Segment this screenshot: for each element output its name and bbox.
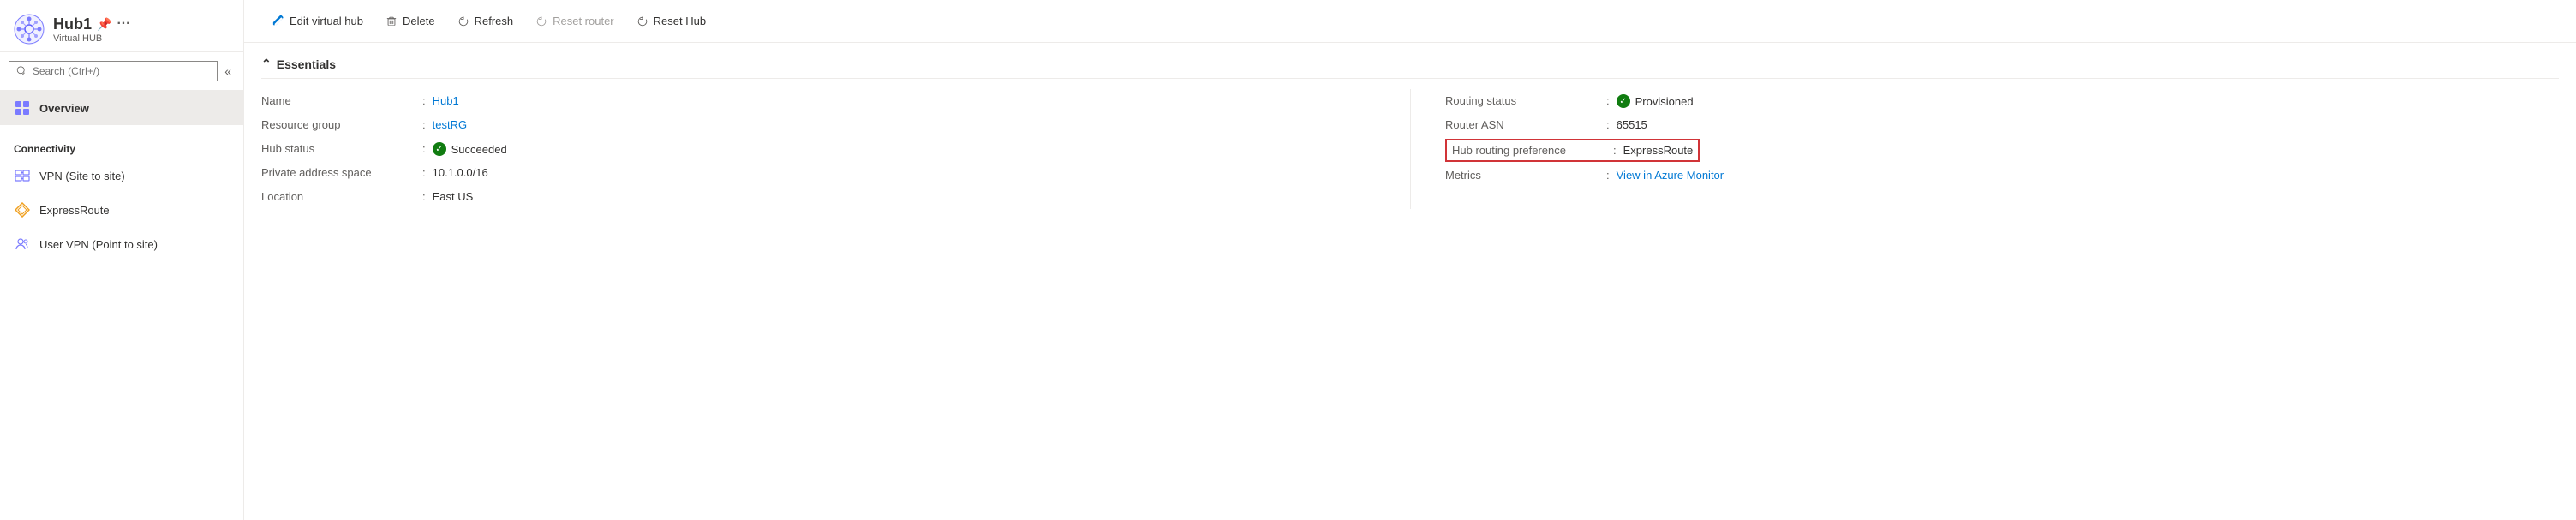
field-status-label: Hub status — [261, 142, 415, 155]
field-name-label: Name — [261, 94, 415, 107]
field-metrics-label: Metrics — [1445, 169, 1599, 182]
field-address-value: 10.1.0.0/16 — [433, 166, 488, 179]
field-rg-label: Resource group — [261, 118, 415, 131]
field-location-label: Location — [261, 190, 415, 203]
sidebar-item-uservpn-label: User VPN (Point to site) — [39, 238, 158, 251]
essentials-section: ⌃ Essentials Name : Hub1 Resource group — [261, 57, 2559, 209]
field-private-address: Private address space : 10.1.0.0/16 — [261, 161, 1410, 185]
refresh-icon — [457, 15, 469, 27]
field-resource-group: Resource group : testRG — [261, 113, 1410, 137]
edit-virtual-hub-button[interactable]: Edit virtual hub — [261, 9, 374, 33]
toolbar: Edit virtual hub Delete Refresh Reset ro… — [244, 0, 2576, 43]
hub-icon — [14, 14, 45, 45]
essentials-header: ⌃ Essentials — [261, 57, 2559, 79]
hub-routing-text: ExpressRoute — [1623, 144, 1694, 157]
sidebar-header: Hub1 📌 ··· Virtual HUB — [0, 0, 243, 52]
hub-name: Hub1 — [53, 15, 92, 33]
location-text: East US — [433, 190, 474, 203]
sidebar-item-expressroute[interactable]: ExpressRoute — [0, 193, 243, 227]
edit-icon — [272, 15, 284, 27]
field-hub-routing-value: ExpressRoute — [1623, 144, 1694, 157]
refresh-button[interactable]: Refresh — [446, 9, 525, 33]
nav-items: Overview Connectivity VPN (Site to site) — [0, 91, 243, 520]
vpn-icon — [14, 167, 31, 184]
search-box[interactable] — [9, 61, 218, 81]
field-name: Name : Hub1 — [261, 89, 1410, 113]
sidebar-item-expressroute-label: ExpressRoute — [39, 204, 110, 217]
field-hub-status: Hub status : ✓ Succeeded — [261, 137, 1410, 161]
field-hub-routing-label: Hub routing preference — [1452, 144, 1606, 157]
field-address-label: Private address space — [261, 166, 415, 179]
reset-router-button[interactable]: Reset router — [524, 9, 625, 33]
delete-label: Delete — [403, 15, 435, 27]
search-icon — [16, 65, 27, 77]
delete-icon — [386, 15, 397, 27]
hub-name-link[interactable]: Hub1 — [433, 94, 459, 107]
essentials-left: Name : Hub1 Resource group : testRG — [261, 89, 1410, 209]
field-status-value: ✓ Succeeded — [433, 142, 507, 156]
uservpn-icon — [14, 236, 31, 253]
sidebar-item-overview-label: Overview — [39, 102, 89, 115]
field-asn-label: Router ASN — [1445, 118, 1599, 131]
connectivity-section-label: Connectivity — [0, 133, 243, 158]
routing-status-text: Provisioned — [1635, 95, 1694, 108]
sidebar: Hub1 📌 ··· Virtual HUB « — [0, 0, 244, 520]
field-name-value: Hub1 — [433, 94, 459, 107]
asn-text: 65515 — [1617, 118, 1647, 131]
essentials-grid: Name : Hub1 Resource group : testRG — [261, 89, 2559, 209]
field-rg-value: testRG — [433, 118, 467, 131]
hub-status-text: Succeeded — [451, 143, 507, 156]
field-location: Location : East US — [261, 185, 1410, 209]
reset-hub-icon — [637, 15, 648, 27]
field-routing-status: Routing status : ✓ Provisioned — [1445, 89, 2559, 113]
more-options-icon[interactable]: ··· — [117, 16, 130, 32]
essentials-title: Essentials — [277, 57, 336, 71]
essentials-right: Routing status : ✓ Provisioned Router AS… — [1410, 89, 2559, 209]
sidebar-item-overview[interactable]: Overview — [0, 91, 243, 125]
hub-routing-preference-highlight: Hub routing preference : ExpressRoute — [1445, 139, 1700, 162]
sidebar-item-vpn[interactable]: VPN (Site to site) — [0, 158, 243, 193]
search-input[interactable] — [33, 65, 210, 77]
search-row: « — [0, 52, 243, 91]
field-router-asn: Router ASN : 65515 — [1445, 113, 2559, 137]
reset-hub-button[interactable]: Reset Hub — [625, 9, 717, 33]
hub-subtitle: Virtual HUB — [53, 33, 230, 44]
reset-router-icon — [535, 15, 547, 27]
metrics-link[interactable]: View in Azure Monitor — [1617, 169, 1724, 182]
content-area: ⌃ Essentials Name : Hub1 Resource group — [244, 43, 2576, 520]
reset-hub-label: Reset Hub — [654, 15, 706, 27]
main-content: Edit virtual hub Delete Refresh Reset ro… — [244, 0, 2576, 520]
pin-icon[interactable]: 📌 — [97, 17, 111, 32]
field-metrics-value: View in Azure Monitor — [1617, 169, 1724, 182]
overview-icon — [14, 99, 31, 117]
field-location-value: East US — [433, 190, 474, 203]
field-asn-value: 65515 — [1617, 118, 1647, 131]
reset-router-label: Reset router — [553, 15, 614, 27]
edit-virtual-hub-label: Edit virtual hub — [290, 15, 363, 27]
sidebar-item-uservpn[interactable]: User VPN (Point to site) — [0, 227, 243, 261]
essentials-chevron-icon[interactable]: ⌃ — [261, 57, 272, 71]
rg-link[interactable]: testRG — [433, 118, 467, 131]
delete-button[interactable]: Delete — [374, 9, 446, 33]
hub-status-success-icon: ✓ — [433, 142, 446, 156]
address-text: 10.1.0.0/16 — [433, 166, 488, 179]
sidebar-item-vpn-label: VPN (Site to site) — [39, 170, 125, 182]
collapse-button[interactable]: « — [221, 61, 235, 81]
hub-title-row: Hub1 📌 ··· — [53, 15, 230, 33]
field-routing-status-label: Routing status — [1445, 94, 1599, 107]
hub-title-block: Hub1 📌 ··· Virtual HUB — [53, 15, 230, 44]
expressroute-icon — [14, 201, 31, 218]
field-hub-routing-pref: Hub routing preference : ExpressRoute — [1445, 137, 2559, 164]
field-routing-status-value: ✓ Provisioned — [1617, 94, 1694, 108]
routing-status-icon: ✓ — [1617, 94, 1630, 108]
field-metrics: Metrics : View in Azure Monitor — [1445, 164, 2559, 188]
refresh-label: Refresh — [475, 15, 514, 27]
